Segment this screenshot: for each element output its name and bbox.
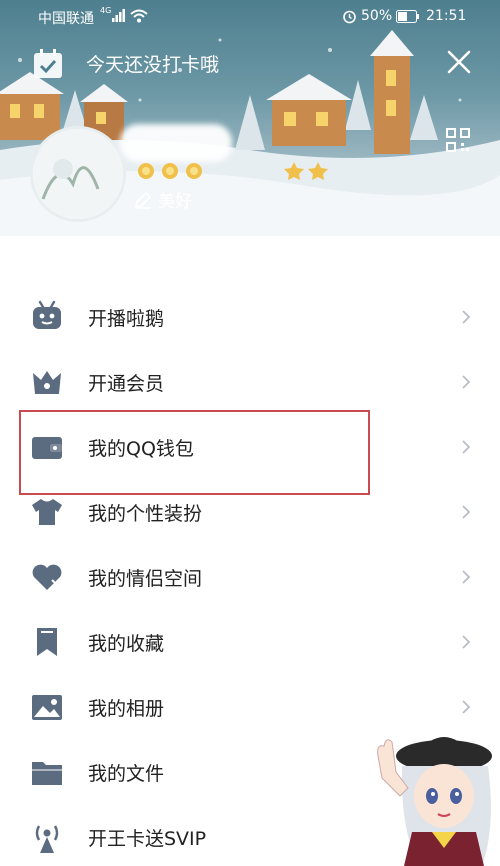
chevron-right-icon bbox=[462, 375, 471, 389]
mascot-character-image[interactable] bbox=[372, 726, 500, 866]
bookmark-icon bbox=[37, 628, 57, 656]
chevron-right-icon bbox=[462, 440, 471, 454]
crown-icon bbox=[33, 371, 61, 394]
profile-header: 中国联通 4G 50% 21:51 今天还没打卡哦 美好 bbox=[0, 0, 500, 236]
chevron-right-icon bbox=[462, 635, 471, 649]
sun-icon bbox=[138, 163, 154, 179]
photo-icon bbox=[32, 695, 62, 720]
menu-item-label: 我的QQ钱包 bbox=[88, 438, 194, 460]
star-icon bbox=[284, 162, 304, 180]
status-bar: 中国联通 4G 50% 21:51 bbox=[0, 0, 500, 34]
heart-icon bbox=[32, 564, 62, 590]
wifi-icon bbox=[130, 9, 148, 23]
checkin-prompt[interactable]: 今天还没打卡哦 bbox=[86, 50, 219, 77]
battery-icon bbox=[396, 10, 419, 23]
menu-item-favorites[interactable]: 我的收藏 bbox=[0, 609, 500, 674]
tshirt-icon bbox=[32, 499, 62, 525]
menu-item-label: 我的相册 bbox=[88, 698, 165, 720]
menu-item-live[interactable]: 开播啦鹅 bbox=[0, 284, 500, 349]
network-type: 4G bbox=[100, 6, 112, 15]
nickname-redacted bbox=[120, 124, 232, 162]
moon-icon bbox=[216, 163, 228, 179]
signature-text: 美好 bbox=[158, 192, 192, 212]
alarm-icon bbox=[343, 10, 356, 24]
chevron-right-icon bbox=[462, 310, 471, 324]
menu-item-label: 开王卡送SVIP bbox=[88, 828, 207, 850]
star-icon bbox=[308, 162, 328, 180]
robot-tv-icon bbox=[33, 300, 61, 329]
chevron-right-icon bbox=[462, 570, 471, 584]
chevron-right-icon bbox=[462, 700, 471, 714]
moon-icon bbox=[240, 163, 252, 179]
pencil-icon bbox=[134, 191, 152, 209]
checkin-calendar-icon[interactable] bbox=[32, 48, 64, 80]
menu-item-label: 我的文件 bbox=[88, 763, 165, 785]
menu-item-label: 开通会员 bbox=[88, 373, 165, 395]
menu-item-label: 开播啦鹅 bbox=[88, 308, 165, 330]
sun-icon bbox=[162, 163, 178, 179]
menu-item-vip[interactable]: 开通会员 bbox=[0, 349, 500, 414]
qr-code-icon[interactable] bbox=[446, 128, 470, 152]
chevron-right-icon bbox=[462, 505, 471, 519]
menu-item-theme[interactable]: 我的个性装扮 bbox=[0, 479, 500, 544]
menu-item-label: 我的情侣空间 bbox=[88, 568, 203, 590]
wallet-icon bbox=[32, 437, 62, 459]
sun-icon bbox=[186, 163, 202, 179]
avatar-image bbox=[33, 129, 123, 219]
level-badges bbox=[138, 162, 328, 180]
carrier-label: 中国联通 bbox=[38, 11, 94, 27]
close-icon[interactable] bbox=[444, 47, 474, 77]
moon-icon bbox=[264, 163, 276, 179]
folder-icon bbox=[32, 762, 62, 785]
clock: 21:51 bbox=[426, 8, 467, 24]
menu-item-label: 我的收藏 bbox=[88, 633, 165, 655]
menu-item-couple-space[interactable]: 我的情侣空间 bbox=[0, 544, 500, 609]
signature-row[interactable]: 美好 bbox=[134, 187, 192, 212]
menu-item-label: 我的个性装扮 bbox=[88, 503, 203, 525]
menu-item-wallet[interactable]: 我的QQ钱包 bbox=[0, 414, 500, 479]
signal-icon bbox=[112, 9, 125, 22]
signal-tower-icon bbox=[35, 825, 59, 853]
avatar[interactable] bbox=[30, 126, 126, 222]
battery-percentage: 50% bbox=[361, 8, 393, 24]
